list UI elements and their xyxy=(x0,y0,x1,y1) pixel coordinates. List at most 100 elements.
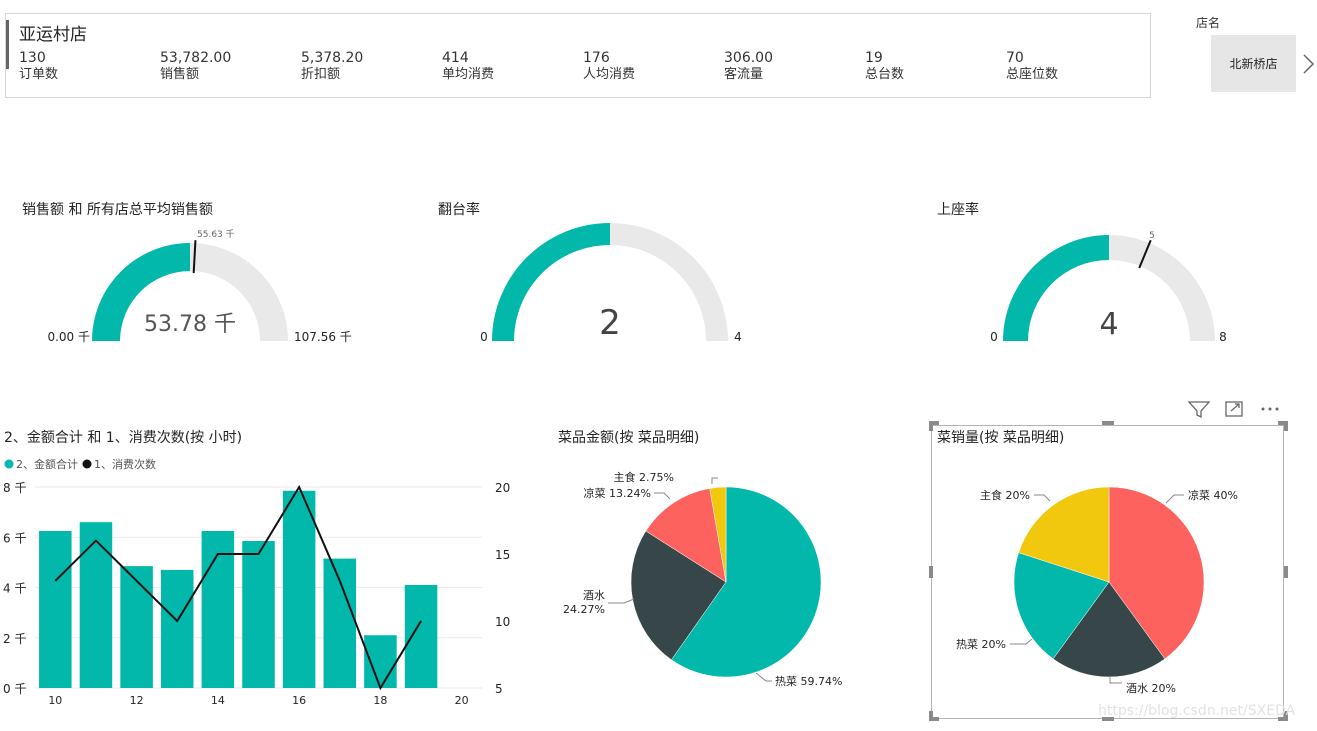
gauge-min-label: 0 xyxy=(480,330,488,344)
gauge-occupancy-chart: 4 0 8 5 xyxy=(990,231,1227,344)
store-slicer-option[interactable]: 北新桥店 xyxy=(1211,35,1296,92)
y-right-tick-label: 20 xyxy=(495,481,510,495)
pie-label-name: 热菜 xyxy=(956,638,978,651)
legend-marker-count xyxy=(82,459,92,469)
resize-handle[interactable] xyxy=(1284,421,1288,431)
kpi-value: 130 xyxy=(19,50,46,66)
gauge-value-label: 2 xyxy=(599,303,621,343)
resize-handle[interactable] xyxy=(929,711,933,721)
filter-icon[interactable] xyxy=(1187,401,1211,419)
pie-label-name: 酒水 xyxy=(1126,682,1148,695)
kpi-value: 176 xyxy=(583,50,610,66)
bar xyxy=(282,490,316,688)
resize-handle[interactable] xyxy=(929,421,933,431)
combo-x-axis: 10 12 14 16 18 20 xyxy=(48,694,468,707)
kpi-per-person: 176 人均消费 xyxy=(583,50,723,83)
gauge-sales-chart: 53.78 千 0.00 千 107.56 千 55.63 千 xyxy=(47,229,352,344)
x-tick-label: 18 xyxy=(373,694,387,707)
y-left-tick-label: 8 千 xyxy=(3,481,26,495)
x-tick-label: 12 xyxy=(130,694,144,707)
leader-line xyxy=(1010,638,1033,645)
gauge-max-label: 8 xyxy=(1219,330,1227,344)
pie-volume-title: 菜销量(按 菜品明细) xyxy=(937,430,1065,446)
pie-label-name: 凉菜 xyxy=(1188,488,1210,502)
kpi-value: 306.00 xyxy=(724,50,773,66)
pie-label-pct: 20% xyxy=(1152,682,1176,695)
slicer-label: 店名 xyxy=(1196,16,1221,30)
more-options-icon[interactable] xyxy=(1261,407,1279,411)
slicer-option-label: 北新桥店 xyxy=(1229,57,1278,71)
combo-right-axis: 5 10 15 20 xyxy=(495,481,510,696)
kpi-value: 414 xyxy=(442,50,469,66)
kpi-per-order: 414 单均消费 xyxy=(442,50,582,83)
combo-bars xyxy=(39,490,438,688)
gauge-fill xyxy=(1003,235,1109,341)
kpi-label: 总座位数 xyxy=(1006,67,1059,82)
gauge-max-label: 107.56 千 xyxy=(294,330,352,344)
pie-label-pct: 20% xyxy=(1006,489,1030,502)
gauge-min-label: 0 xyxy=(990,330,998,344)
kpi-card: 亚运村店 130 订单数 53,782.00 销售额 5,378.20 折扣额 … xyxy=(5,13,1151,98)
combo-chart-title: 2、金额合计 和 1、消费次数(按 小时) xyxy=(4,430,243,446)
kpi-value: 70 xyxy=(1006,50,1024,66)
y-right-tick-label: 10 xyxy=(495,615,510,629)
watermark: https://blog.csdn.net/SXEDA xyxy=(1098,703,1296,719)
pie-label: 凉菜 40% xyxy=(1188,488,1238,502)
kpi-value: 53,782.00 xyxy=(160,50,232,66)
legend-marker-amount xyxy=(4,459,14,469)
x-tick-label: 16 xyxy=(292,694,306,707)
bar xyxy=(323,558,357,688)
kpi-label: 订单数 xyxy=(19,67,59,82)
pie-label-pct: 2.75% xyxy=(639,471,674,484)
kpi-label: 折扣额 xyxy=(301,67,341,82)
leader-line xyxy=(654,492,671,500)
gauge-target-label: 55.63 千 xyxy=(197,229,235,240)
y-left-tick-label: 2 千 xyxy=(3,632,26,646)
kpi-label: 销售额 xyxy=(160,67,200,82)
pie-label: 主食 2.75% xyxy=(614,470,674,484)
kpi-value: 19 xyxy=(865,50,883,66)
kpi-label: 客流量 xyxy=(724,67,764,82)
y-left-tick-label: 0 千 xyxy=(3,682,26,696)
x-tick-label: 10 xyxy=(48,694,62,707)
pie-label-name: 凉菜 xyxy=(584,486,606,500)
gauge-value-label: 4 xyxy=(1099,307,1118,342)
bar xyxy=(364,635,397,688)
resize-handle[interactable] xyxy=(1284,566,1288,578)
bar xyxy=(242,541,275,688)
pie-label-name: 酒水 xyxy=(583,589,605,602)
y-left-tick-label: 4 千 xyxy=(3,582,26,596)
bar xyxy=(79,522,113,688)
pie-label-pct: 24.27% xyxy=(563,603,605,616)
leader-line xyxy=(608,598,635,604)
focus-mode-icon[interactable] xyxy=(1225,401,1243,417)
pie-label-pct: 20% xyxy=(982,638,1006,651)
combo-left-axis: 0 千 2 千 4 千 6 千 8 千 xyxy=(3,481,26,696)
chevron-right-icon[interactable] xyxy=(1300,52,1316,76)
combo-legend: 2、金额合计 1、消费次数 xyxy=(4,457,156,471)
kpi-label: 单均消费 xyxy=(442,67,495,82)
gauge-occupancy-title: 上座率 xyxy=(937,202,979,218)
pie-amount-chart: 主食 2.75% 凉菜 13.24% 酒水 24.27% 热菜 59.74% xyxy=(563,470,842,688)
pie-label: 热菜 20% xyxy=(956,638,1006,651)
resize-handle[interactable] xyxy=(1102,421,1114,425)
combo-chart: 2、金额合计 1、消费次数 0 千 2 千 4 千 6 千 8 千 5 10 15 20 10… xyxy=(3,457,510,707)
gauge-turnover-chart: 2 0 4 xyxy=(480,223,742,344)
pie-amount-title: 菜品金额(按 菜品明细) xyxy=(558,430,700,446)
pie-slices xyxy=(630,486,822,678)
legend-label-count: 1、消费次数 xyxy=(94,457,156,471)
x-tick-label: 20 xyxy=(455,694,469,707)
x-tick-label: 14 xyxy=(211,694,225,707)
leader-line xyxy=(1165,494,1184,504)
pie-slices xyxy=(1013,486,1205,678)
bar xyxy=(39,530,72,688)
y-right-tick-label: 15 xyxy=(495,548,510,562)
gauge-min-label: 0.00 千 xyxy=(47,330,90,344)
kpi-label: 总台数 xyxy=(865,67,905,82)
pie-label-pct: 40% xyxy=(1214,489,1238,502)
kpi-sales: 53,782.00 销售额 xyxy=(160,50,300,83)
kpi-tables: 19 总台数 xyxy=(865,50,1005,83)
pie-label-name: 热菜 xyxy=(775,675,797,688)
resize-handle[interactable] xyxy=(929,566,933,578)
kpi-traffic: 306.00 客流量 xyxy=(724,50,864,83)
